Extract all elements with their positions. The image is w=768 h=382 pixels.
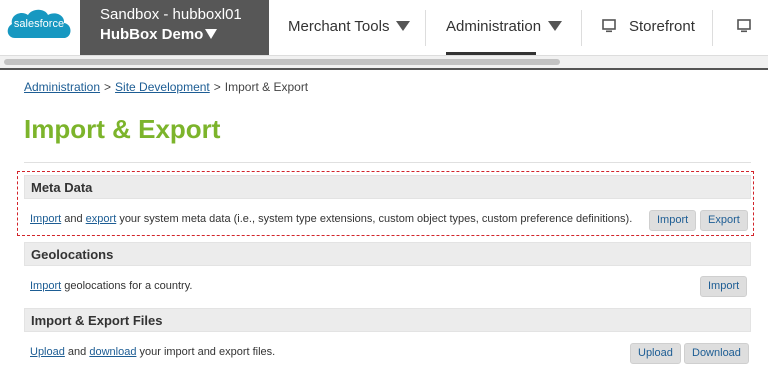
- download-link[interactable]: download: [89, 346, 136, 358]
- salesforce-logo[interactable]: salesforce: [0, 0, 80, 56]
- files-description: Upload and download your import and expo…: [30, 346, 275, 358]
- nav-storefront-label: Storefront: [629, 18, 695, 35]
- logo-text: salesforce: [13, 18, 65, 30]
- download-button[interactable]: Download: [684, 343, 749, 364]
- geolocations-text: geolocations for a country.: [64, 280, 193, 292]
- scrollbar-thumb[interactable]: [4, 59, 560, 65]
- breadcrumb-link-site-development[interactable]: Site Development: [115, 80, 210, 94]
- breadcrumb-separator: >: [213, 80, 221, 94]
- site-name: HubBox Demo: [100, 26, 204, 43]
- header-divider: [0, 68, 768, 70]
- page-title: Import & Export: [24, 114, 221, 144]
- import-geolocations-link[interactable]: Import: [30, 280, 61, 292]
- section-header-geolocations: Geolocations: [24, 242, 751, 266]
- upload-button[interactable]: Upload: [630, 343, 681, 364]
- monitor-icon: [737, 19, 751, 33]
- section-header-import-export-files: Import & Export Files: [24, 308, 751, 332]
- sandbox-name: Sandbox - hubboxl01: [100, 6, 242, 23]
- geolocations-description: Import geolocations for a country.: [30, 280, 192, 292]
- import-geolocations-button[interactable]: Import: [700, 276, 748, 297]
- site-selector[interactable]: Sandbox - hubboxl01 HubBox Demo: [80, 0, 269, 56]
- breadcrumb-current: Import & Export: [224, 80, 309, 94]
- upload-link[interactable]: Upload: [30, 346, 65, 358]
- caret-down-icon: [205, 29, 217, 39]
- nav-merchant-tools-label: Merchant Tools: [288, 18, 390, 35]
- and-text: and: [67, 346, 87, 358]
- caret-down-icon: [396, 21, 410, 31]
- breadcrumb-separator: >: [104, 80, 112, 94]
- title-divider: [24, 162, 751, 163]
- section-row-geolocations: Import geolocations for a country. Impor…: [24, 272, 751, 300]
- breadcrumb: Administration > Site Development > Import &…: [24, 80, 308, 94]
- caret-down-icon: [548, 21, 562, 31]
- nav-administration-label: Administration: [446, 18, 542, 35]
- nav-merchant-tools[interactable]: Merchant Tools: [270, 0, 425, 54]
- section-title: Import & Export Files: [31, 313, 163, 328]
- section-row-import-export-files: Upload and download your import and expo…: [24, 338, 751, 366]
- section-title: Geolocations: [31, 247, 114, 262]
- nav-storefront[interactable]: Storefront: [582, 0, 712, 54]
- nav-administration[interactable]: Administration: [426, 0, 581, 54]
- files-text: your import and export files.: [139, 346, 276, 358]
- nav-more[interactable]: [713, 0, 768, 54]
- monitor-icon: [602, 19, 616, 33]
- highlight-box: [17, 171, 754, 236]
- top-navigation-bar: salesforce Sandbox - hubboxl01 HubBox De…: [0, 0, 768, 56]
- breadcrumb-link-administration[interactable]: Administration: [24, 80, 100, 94]
